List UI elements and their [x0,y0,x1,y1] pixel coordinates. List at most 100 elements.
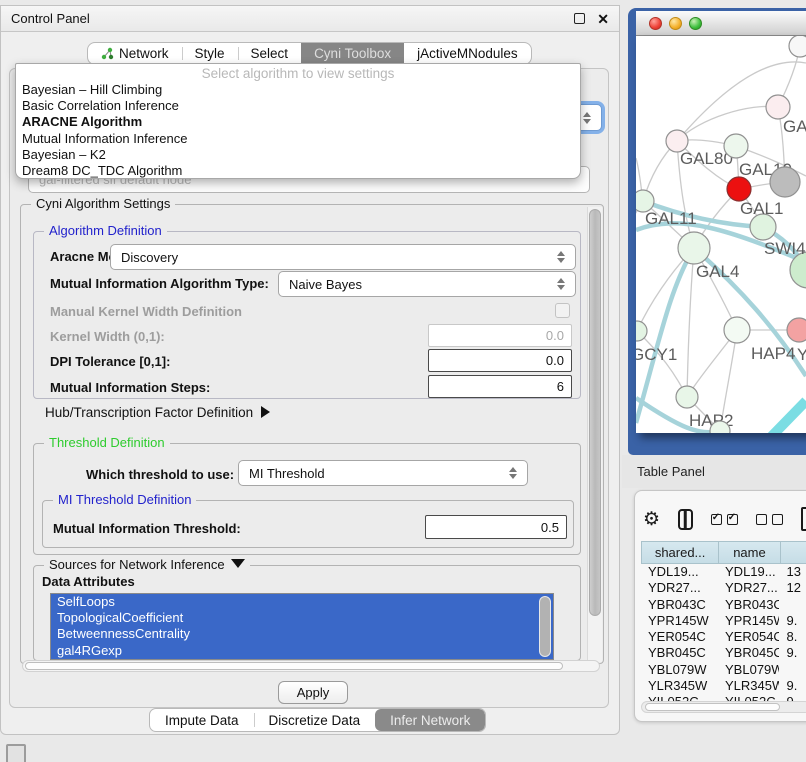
manual-kernel-checkbox[interactable] [555,303,570,318]
table-row[interactable]: YBL079WYBL079W [641,662,806,678]
tab-discretize-data[interactable]: Discretize Data [254,709,376,731]
table-row[interactable]: YLR345WYLR345W9. [641,678,806,694]
column-header-partial[interactable] [780,541,806,564]
table-row[interactable]: YBR045CYBR045C9. [641,645,806,661]
dropdown-item[interactable]: Bayesian – K2 [16,147,580,163]
tab-style[interactable]: Style [182,43,238,64]
table-cell[interactable]: YDR27... [641,580,718,596]
tab-network[interactable]: Network [88,43,182,64]
dropdown-placeholder: Select algorithm to view settings [16,65,580,82]
table-cell[interactable] [779,662,806,678]
tab-jactivemnodules[interactable]: jActiveMNodules [404,43,531,64]
network-node[interactable] [678,232,710,264]
dropdown-item[interactable]: Basic Correlation Inference [16,98,580,114]
table-cell[interactable]: YDL19... [641,564,718,580]
network-node[interactable] [724,317,750,343]
gear-icon[interactable]: ⚙ [643,510,660,529]
float-panel-icon[interactable] [574,13,585,24]
combo-arrows-icon [583,112,591,124]
table-row[interactable]: YDR27...YDR27...12 [641,580,806,596]
mi-threshold-field[interactable]: 0.5 [425,515,567,539]
table-panel-title: Table Panel [637,464,705,479]
collapsed-panel-icon[interactable] [6,744,26,762]
apply-button[interactable]: Apply [278,681,348,704]
table-row[interactable]: YER054CYER054C8. [641,629,806,645]
mi-steps-field[interactable]: 6 [428,375,572,398]
table-cell[interactable]: 12 [779,580,806,596]
columns-icon[interactable] [678,509,693,530]
column-header-shared-name[interactable]: shared... [641,541,718,564]
attribute-list-item[interactable]: gal4RGexp [51,643,553,659]
table-cell[interactable]: 8. [779,629,806,645]
network-node[interactable] [770,167,800,197]
network-node[interactable] [636,321,647,341]
select-all-checkbox-icon[interactable] [711,514,738,525]
tab-cyni-toolbox[interactable]: Cyni Toolbox [301,43,404,64]
table-cell[interactable]: YER054C [718,629,779,645]
clear-selection-checkbox-icon[interactable] [756,514,783,525]
minimize-button[interactable] [669,17,682,30]
list-vscrollbar[interactable] [539,596,551,657]
sources-expander[interactable]: Sources for Network Inference [44,557,250,572]
collapsed-arrow-icon [261,406,270,418]
settings-vscrollbar[interactable] [587,207,602,662]
table-cell[interactable]: YBL079W [641,662,718,678]
attribute-list-item[interactable]: TopologicalCoefficient [51,610,553,626]
tab-select[interactable]: Select [238,43,302,64]
network-node[interactable] [724,134,748,158]
bottom-tabbar: Impute Data Discretize Data Infer Networ… [149,708,486,732]
table-cell[interactable]: 9. [779,613,806,629]
dropdown-item[interactable]: Dream8 DC_TDC Algorithm [16,163,580,179]
table-cell[interactable]: YDR27... [718,580,779,596]
table-cell[interactable]: YLR345W [641,678,718,694]
table-cell[interactable]: YLR345W [718,678,779,694]
tab-infer-network[interactable]: Infer Network [375,709,485,731]
table-cell[interactable]: YER054C [641,629,718,645]
table-cell[interactable]: YBR043C [641,597,718,613]
attribute-list-item[interactable]: SelfLoops [51,594,553,610]
network-node[interactable] [766,95,790,119]
network-node[interactable] [676,386,698,408]
tab-impute-data[interactable]: Impute Data [150,709,254,731]
table-cell[interactable]: YBR045C [718,645,779,661]
data-attributes-list[interactable]: SelfLoopsTopologicalCoefficientBetweenne… [50,593,554,660]
table-cell[interactable]: 9. [779,645,806,661]
mi-type-combobox[interactable]: Naive Bayes [278,271,576,297]
table-row[interactable]: YPR145WYPR145W9. [641,613,806,629]
table-hscrollbar[interactable] [641,701,806,713]
table-cell[interactable] [779,597,806,613]
network-node[interactable] [789,36,806,57]
which-threshold-combobox[interactable]: MI Threshold [238,460,528,486]
algorithm-dropdown-popup: Select algorithm to view settings Bayesi… [15,63,581,179]
network-node[interactable] [787,318,806,342]
kernel-width-value: 0.0 [546,328,564,343]
dropdown-item[interactable]: Mutual Information Inference [16,131,580,147]
mi-threshold-label: Mutual Information Threshold: [53,521,241,536]
network-canvas[interactable]: GAL7GAL80GAL10GAL11GAL1SWI4GAL4GCY1HAP4Y… [636,36,806,433]
table-cell[interactable]: YPR145W [641,613,718,629]
table-cell[interactable]: YBR043C [718,597,779,613]
table-cell[interactable]: YBL079W [718,662,779,678]
table-cell[interactable]: 9. [779,678,806,694]
table-row[interactable]: YDL19...YDL19...13 [641,564,806,580]
column-header-name[interactable]: name [718,541,779,564]
table-row[interactable]: YBR043CYBR043C [641,597,806,613]
table-cell[interactable]: YBR045C [641,645,718,661]
aracne-mode-combobox[interactable]: Discovery [110,244,576,270]
dropdown-item[interactable]: ARACNE Algorithm [16,114,580,130]
export-table-icon[interactable] [801,507,806,531]
zoom-button[interactable] [689,17,702,30]
dropdown-item[interactable]: Bayesian – Hill Climbing [16,82,580,98]
network-node[interactable] [727,177,751,201]
attribute-list-item[interactable]: BetweennessCentrality [51,626,553,642]
table-cell[interactable]: 13 [779,564,806,580]
table-cell[interactable]: YPR145W [718,613,779,629]
mi-threshold-group: MI Threshold Definition Mutual Informati… [42,500,574,548]
hub-definition-expander[interactable]: Hub/Transcription Factor Definition [45,405,270,420]
settings-hscrollbar[interactable] [22,660,600,672]
dpi-tolerance-field[interactable]: 0.0 [428,349,572,372]
close-icon[interactable]: ✕ [597,12,609,26]
table-cell[interactable]: YDL19... [718,564,779,580]
kernel-width-field[interactable]: 0.0 [428,324,572,347]
close-button[interactable] [649,17,662,30]
